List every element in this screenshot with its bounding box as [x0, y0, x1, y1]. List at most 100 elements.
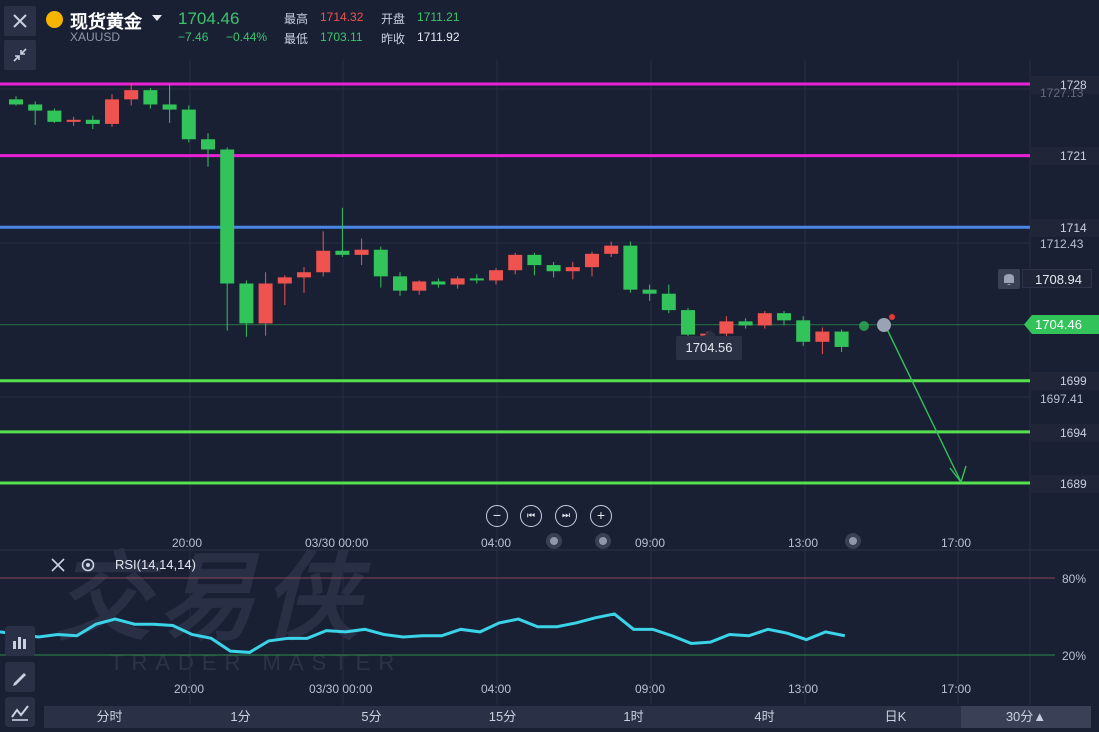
- time-label: 09:00: [635, 682, 666, 696]
- timeframe-tick[interactable]: 分时: [44, 706, 175, 728]
- rsi-line: [0, 612, 846, 654]
- time-label: 03/30 00:00: [309, 682, 373, 696]
- candle-body: [719, 321, 734, 334]
- candle-body: [527, 254, 542, 266]
- candle-body: [489, 270, 503, 281]
- candle-body: [373, 249, 388, 277]
- candle-body: [124, 90, 139, 100]
- timeframe-5m[interactable]: 5分: [306, 706, 437, 728]
- timeframe-15m[interactable]: 15分: [437, 706, 568, 728]
- alert-dot: [889, 314, 895, 320]
- time-label: 03/30 00:00: [305, 536, 369, 550]
- draw-pen-icon[interactable]: [5, 662, 35, 692]
- candle-body: [220, 149, 235, 284]
- candle-body: [585, 253, 599, 268]
- time-label: 20:00: [172, 536, 203, 550]
- candle-body: [335, 250, 350, 255]
- info-marker-icon: [877, 318, 891, 332]
- candle-body: [546, 265, 561, 272]
- candle-body: [661, 293, 676, 311]
- time-label: 20:00: [174, 682, 205, 696]
- candle-body: [66, 119, 81, 122]
- scroll-end-button[interactable]: ⏭: [555, 505, 577, 527]
- candle-body: [143, 90, 158, 105]
- rsi-level-high: 80%: [1062, 572, 1087, 586]
- event-marker-icon[interactable]: [546, 533, 562, 549]
- rsi-settings-icon[interactable]: [80, 557, 96, 578]
- candle-body: [777, 313, 791, 321]
- price-tick-upper: 1712.43: [1040, 237, 1084, 251]
- candle-body: [28, 104, 43, 111]
- scroll-start-button[interactable]: ⏮: [520, 505, 542, 527]
- candle-body: [642, 289, 657, 294]
- projection-arrow: [884, 324, 962, 483]
- candle-body: [162, 104, 177, 110]
- candle-body: [201, 139, 215, 150]
- candlesticks: [9, 82, 849, 355]
- candle-body: [738, 321, 753, 326]
- candle-body: [393, 276, 407, 291]
- time-label: 17:00: [941, 682, 972, 696]
- indicator-icon[interactable]: [5, 626, 35, 656]
- candle-body: [316, 250, 331, 273]
- time-label: 13:00: [788, 682, 819, 696]
- level-label-1721: 1721: [1030, 147, 1099, 165]
- price-chart[interactable]: [0, 0, 1099, 732]
- price-tick-lower: 1697.41: [1040, 392, 1084, 406]
- event-marker-icon[interactable]: [845, 533, 861, 549]
- zoom-out-button[interactable]: −: [486, 505, 508, 527]
- timeframe-4h[interactable]: 4时: [699, 706, 830, 728]
- candle-body: [9, 99, 23, 105]
- level-label-1714: 1714: [1030, 219, 1099, 237]
- rsi-close-icon[interactable]: [50, 557, 66, 578]
- candle-body: [239, 283, 254, 324]
- timeframe-1h[interactable]: 1时: [568, 706, 699, 728]
- event-marker-icon[interactable]: [595, 533, 611, 549]
- timeframe-30m-selected[interactable]: 30分▲: [961, 706, 1091, 728]
- time-label: 04:00: [481, 682, 512, 696]
- zoom-in-button[interactable]: +: [590, 505, 612, 527]
- timeframe-daily[interactable]: 日K: [830, 706, 961, 728]
- candle-body: [604, 245, 619, 254]
- level-label-1699: 1699: [1030, 372, 1099, 390]
- candle-body: [412, 281, 427, 291]
- candle-body: [85, 119, 100, 124]
- candle-body: [508, 254, 523, 271]
- time-label: 13:00: [788, 536, 819, 550]
- candle-body: [565, 267, 580, 272]
- rsi-label: RSI(14,14,14): [115, 557, 196, 572]
- alert-price-label[interactable]: 1708.94: [1022, 269, 1092, 288]
- bell-icon[interactable]: [998, 269, 1020, 289]
- live-price-dot: [859, 321, 869, 331]
- time-label: 09:00: [635, 536, 666, 550]
- candle-body: [623, 245, 638, 290]
- rsi-panel: [0, 577, 1055, 656]
- level-label-1689: 1689: [1030, 475, 1099, 493]
- timeframe-1m[interactable]: 1分: [175, 706, 306, 728]
- time-label: 04:00: [481, 536, 512, 550]
- candle-body: [47, 110, 62, 122]
- candle-body: [469, 278, 484, 281]
- time-label: 17:00: [941, 536, 972, 550]
- candle-body: [277, 277, 292, 284]
- candle-body: [796, 320, 811, 342]
- candle-body: [431, 281, 446, 285]
- level-label-1694: 1694: [1030, 424, 1099, 442]
- candle-body: [354, 249, 369, 255]
- candle-body: [105, 99, 119, 124]
- chart-extras: [859, 314, 967, 484]
- candle-body: [815, 331, 830, 342]
- candle-body: [757, 313, 772, 326]
- price-tick-top: 1727.13: [1040, 86, 1084, 100]
- low-point-tooltip: 1704.56: [676, 330, 742, 360]
- timeframe-bar: 分时 1分 5分 15分 1时 4时 日K 30分▲: [44, 706, 1091, 728]
- candle-body: [258, 283, 273, 324]
- candle-body: [297, 272, 311, 278]
- candle-body: [181, 109, 196, 140]
- line-chart-icon[interactable]: [5, 697, 35, 727]
- level-lines: [0, 82, 1030, 485]
- candle-body: [681, 310, 695, 335]
- candle-body: [834, 331, 849, 347]
- rsi-level-low: 20%: [1062, 649, 1087, 663]
- candle-body: [450, 278, 465, 285]
